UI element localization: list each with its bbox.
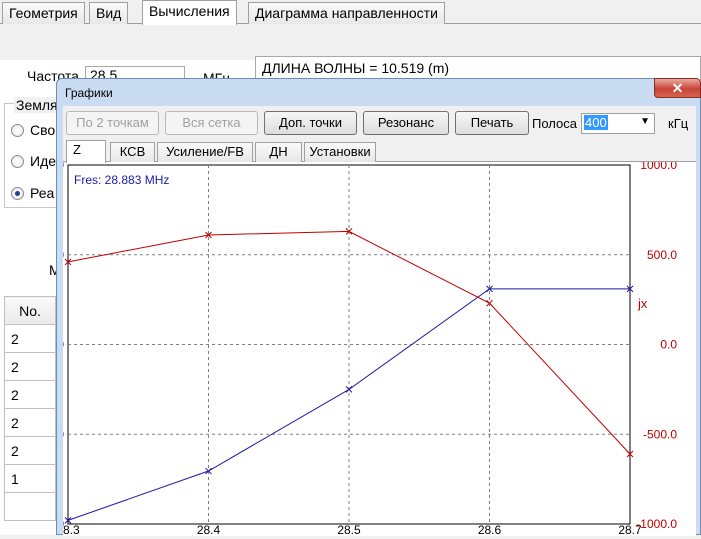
table-cell[interactable]: 2 [4,352,56,381]
tab-z[interactable]: Z [66,140,106,163]
left-y-tick-label: 2000.0 [63,248,64,262]
resonance-button[interactable]: Резонанс [363,111,449,135]
ground-option-real[interactable]: Реа [11,185,54,201]
x-tick-label: 28.4 [197,523,221,536]
table-cell[interactable]: 2 [4,408,56,437]
table-row[interactable]: 2 [4,352,56,381]
x-tick-label: 28.5 [337,523,361,536]
x-tick-label: 28.3 [63,523,80,536]
table-cell[interactable] [4,492,56,521]
ground-title: Земля [14,97,60,113]
main-top-strip [0,24,701,60]
right-y-tick-label: 1000.0 [640,162,677,172]
series-line-jx [67,230,631,455]
tab-gain-fb[interactable]: Усиление/FB [157,142,253,162]
tab-view[interactable]: Вид [89,2,129,24]
table-row[interactable]: 1 [4,464,56,493]
right-y-tick-label: 500.0 [647,248,677,262]
right-y-tick-label: -1000.0 [636,517,677,531]
close-button[interactable]: ✕ [654,78,701,98]
tab-calculations[interactable]: Вычисления [142,0,237,25]
by-2-points-button[interactable]: По 2 точкам [66,111,159,135]
left-y-tick-label: 1000.0 [63,427,64,441]
chevron-down-icon[interactable]: ▼ [640,116,650,127]
ground-option-free[interactable]: Сво [11,122,55,138]
band-label: Полоса [532,116,577,131]
ground-option-ideal[interactable]: Иде [11,153,56,169]
tab-settings[interactable]: Установки [304,142,376,162]
radio-icon[interactable] [11,123,24,137]
resonance-annotation: Fres: 28.883 MHz [74,173,169,187]
right-y-tick-label: 0.0 [660,338,677,352]
ground-option-label: Реа [30,185,55,201]
table-cell[interactable]: 1 [4,464,56,493]
graphs-client-area: По 2 точкам Вся сетка Доп. точки Резонан… [27,106,696,537]
graphs-window-title: Графики [65,86,113,100]
x-tick-label: 28.6 [478,523,502,536]
band-unit: кГц [668,116,689,131]
ground-option-label: Сво [30,122,56,138]
table-cell[interactable]: 2 [4,324,56,353]
left-y-tick-label: 2500.0 [63,162,64,172]
close-icon: ✕ [671,80,684,96]
tab-pattern[interactable]: ДН [255,142,302,162]
table-row[interactable]: 2 [4,408,56,437]
left-y-tick-label: 1500.0 [63,338,64,352]
graphs-window: Графики ✕ По 2 точкам Вся сетка Доп. точ… [27,78,701,537]
right-axis-label: jx [637,296,648,311]
impedance-chart: 28.328.428.528.628.7500.01000.01500.0200… [27,158,677,537]
print-button[interactable]: Печать [455,111,529,135]
main-tab-bar: Геометрия Вид Вычисления Диаграмма напра… [0,0,701,25]
radio-checked-icon[interactable] [11,186,24,200]
segments-table: No. 2 2 2 2 2 1 [4,296,56,521]
z-plot-area: 28.328.428.528.628.7500.01000.01500.0200… [27,158,696,537]
tab-geometry[interactable]: Геометрия [2,2,85,24]
table-cell[interactable]: 2 [4,380,56,409]
tab-radiation-pattern[interactable]: Диаграмма направленности [248,2,445,24]
tab-swr[interactable]: КСВ [110,142,155,162]
table-cell[interactable]: 2 [4,436,56,465]
band-value: 400 [584,115,608,130]
whole-grid-button[interactable]: Вся сетка [165,111,258,135]
table-row[interactable]: 2 [4,324,56,353]
graphs-tab-bar: Z КСВ Усиление/FB ДН Установки [63,140,696,163]
right-y-tick-label: -500.0 [643,427,677,441]
radio-icon[interactable] [11,154,24,168]
ground-option-label: Иде [30,153,57,169]
table-row[interactable]: 2 [4,380,56,409]
extra-points-button[interactable]: Доп. точки [264,111,357,135]
table-row[interactable] [4,492,56,521]
band-select[interactable]: 400 ▼ [581,113,655,134]
table-header-no[interactable]: No. [4,296,56,325]
table-row[interactable]: 2 [4,436,56,465]
